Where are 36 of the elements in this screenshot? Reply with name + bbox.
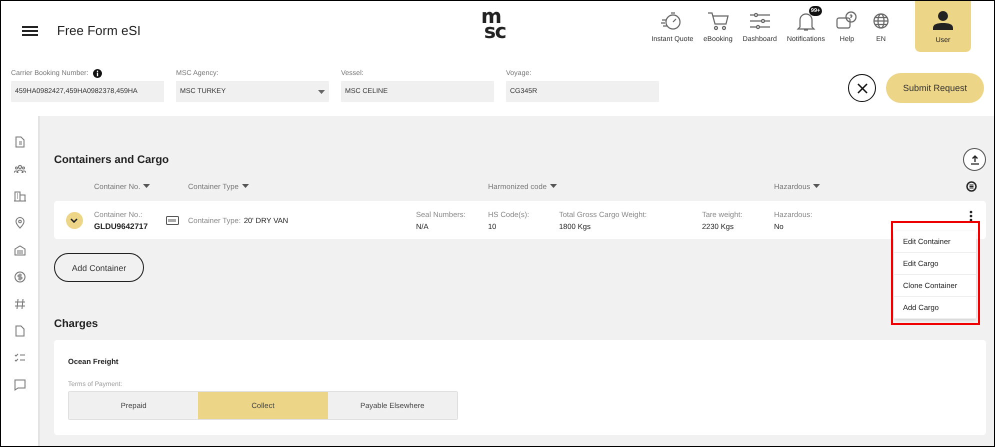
chevron-icon (70, 218, 78, 222)
menu-icon[interactable] (22, 24, 38, 36)
person-icon (933, 10, 953, 30)
people-icon[interactable] (14, 163, 26, 175)
cart-icon (706, 10, 730, 32)
sort-caret-icon (813, 184, 820, 188)
expand-button[interactable] (66, 212, 82, 228)
buildings-icon[interactable] (14, 190, 26, 202)
add-container-button[interactable]: Add Container (54, 253, 144, 282)
section-title: Containers and Cargo (54, 154, 169, 166)
dollar-icon[interactable] (14, 271, 26, 283)
upload-icon (970, 154, 980, 164)
document-icon[interactable] (14, 136, 26, 148)
checklist-icon[interactable] (14, 352, 26, 364)
close-button[interactable] (848, 74, 876, 102)
close-icon (856, 82, 868, 94)
sort-caret-icon (550, 184, 557, 188)
sliders-icon (748, 10, 772, 32)
upload-button[interactable] (963, 148, 986, 171)
submit-button[interactable]: Submit Request (886, 73, 984, 103)
sort-caret-icon (242, 184, 249, 188)
app-title: Free Form eSI (57, 23, 141, 38)
column-settings-icon[interactable] (966, 180, 976, 192)
location-pin-icon[interactable] (14, 217, 26, 229)
section-title: Charges (54, 318, 100, 330)
info-icon[interactable] (93, 68, 102, 78)
hash-icon[interactable] (14, 298, 26, 310)
dropdown-caret-icon (318, 90, 325, 94)
more-options-icon[interactable] (969, 210, 973, 222)
warehouse-icon[interactable] (14, 244, 26, 256)
logo[interactable]: m sc (481, 9, 506, 39)
sort-caret-icon (143, 184, 150, 188)
file-icon[interactable] (14, 325, 26, 337)
container-icon (166, 216, 179, 224)
container-number: GLDU9642717 (94, 222, 149, 230)
chat-icon[interactable] (14, 379, 26, 391)
